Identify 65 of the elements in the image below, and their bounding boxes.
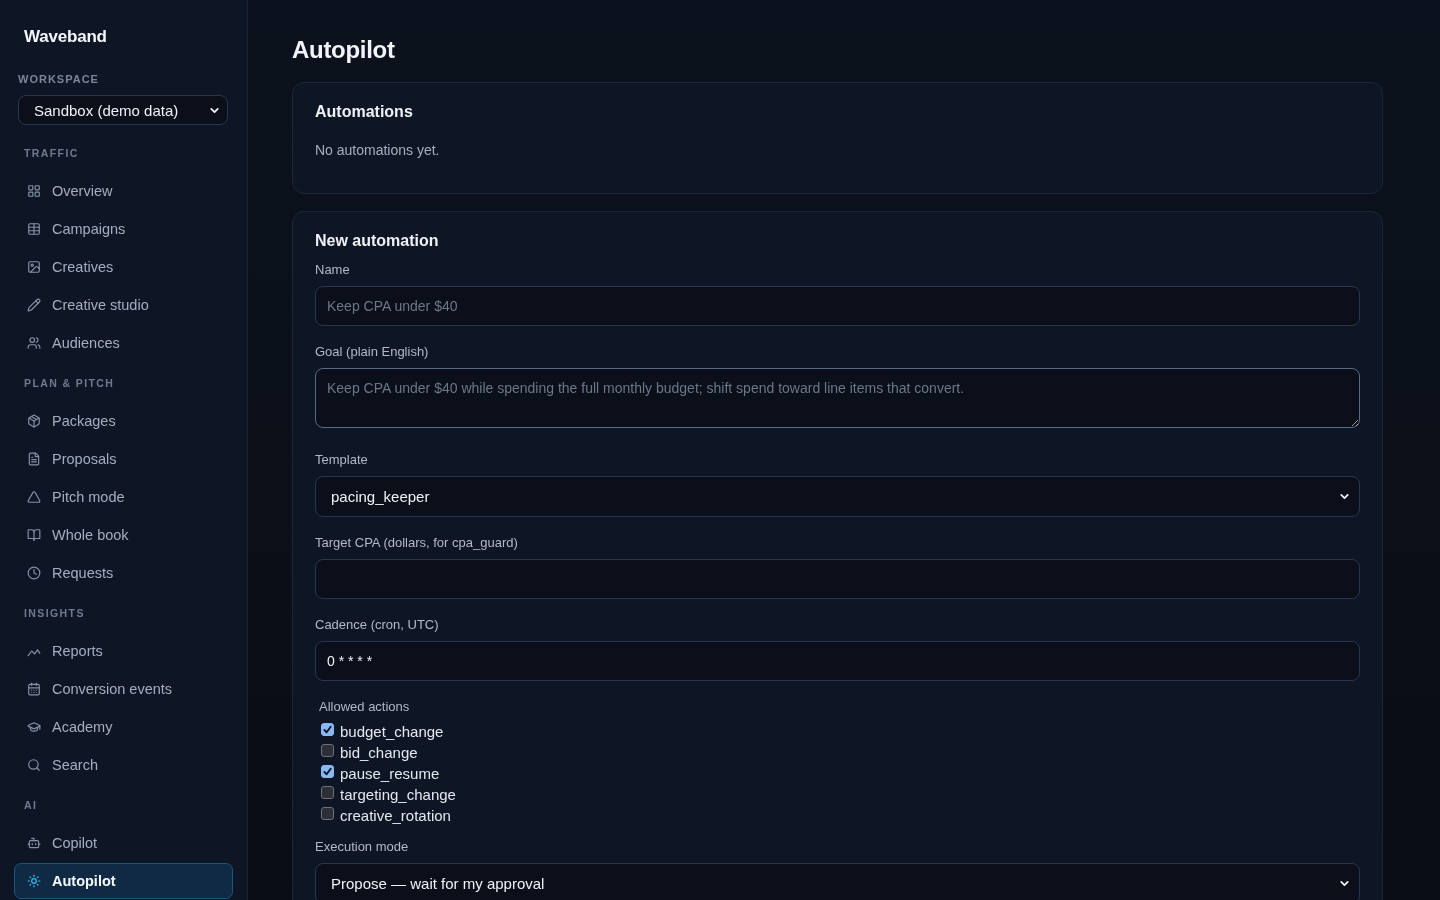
card-title: Automations (315, 102, 413, 122)
dropdown-select[interactable]: pacing_keeper (315, 476, 1360, 517)
nav-item[interactable]: Search (14, 747, 233, 783)
sun-icon (27, 874, 41, 888)
image-icon (27, 260, 41, 274)
bot-icon (27, 836, 41, 850)
checkbox-label: budget_change (340, 722, 444, 742)
section-heading: PLAN & PITCH (23, 376, 115, 390)
nav-item[interactable]: Pitch mode (14, 479, 233, 515)
dropdown-select[interactable]: Propose — wait for my approval (315, 863, 1360, 900)
checkbox-label: creative_rotation (340, 806, 451, 826)
nav-item[interactable]: Creatives (14, 249, 233, 285)
nav-item[interactable]: Packages (14, 403, 233, 439)
section-heading: AI (23, 798, 38, 812)
text-input[interactable] (315, 559, 1360, 599)
field-label: Target CPA (dollars, for cpa_guard) (315, 534, 518, 552)
nav-item[interactable]: Copilot (14, 825, 233, 861)
field-label: Allowed actions (319, 698, 410, 716)
text-input[interactable]: Keep CPA under $40 (315, 286, 1360, 326)
nav-item[interactable]: Whole book (14, 517, 233, 553)
pencil-icon (27, 298, 41, 312)
checkbox-label: targeting_change (340, 785, 456, 805)
checkbox[interactable] (321, 765, 334, 778)
brand-name: Waveband (23, 26, 108, 48)
nav-item[interactable]: Conversion events (14, 671, 233, 707)
field-label: Goal (plain English) (315, 343, 429, 361)
search-icon (27, 758, 41, 772)
nav-item[interactable]: Reports (14, 633, 233, 669)
checkbox[interactable] (321, 786, 334, 799)
calendar-icon (27, 682, 41, 696)
box-icon (27, 414, 41, 428)
card-title: New automation (315, 231, 439, 251)
checkbox-label: bid_change (340, 743, 418, 763)
field-label: Name (315, 261, 350, 279)
nav-item[interactable]: Academy (14, 709, 233, 745)
nav-item[interactable]: Campaigns (14, 211, 233, 247)
nav-item[interactable]: Requests (14, 555, 233, 591)
checkbox-label: pause_resume (340, 764, 440, 784)
graduation-cap-icon (27, 720, 41, 734)
nav-item[interactable]: Creative studio (14, 287, 233, 323)
field-label: Cadence (cron, UTC) (315, 616, 439, 634)
book-icon (27, 528, 41, 542)
nav-item[interactable]: Autopilot (14, 863, 233, 899)
nav-item[interactable]: Proposals (14, 441, 233, 477)
field-label: Execution mode (315, 838, 409, 856)
section-heading: INSIGHTS (23, 606, 85, 620)
checkbox[interactable] (321, 723, 334, 736)
section-heading: TRAFFIC (23, 146, 79, 160)
empty-state-text: No automations yet. (315, 141, 440, 160)
users-icon (27, 336, 41, 350)
section-heading: WORKSPACE (17, 72, 99, 86)
checkbox[interactable] (321, 744, 334, 757)
document-icon (27, 452, 41, 466)
page-title: Autopilot (292, 35, 395, 65)
triangle-icon (27, 490, 41, 504)
workspace-select[interactable]: Sandbox (demo data) (18, 95, 228, 125)
table-icon (27, 222, 41, 236)
grid-icon (27, 184, 41, 198)
textarea-input[interactable]: Keep CPA under $40 while spending the full monthly budget; shift spend toward line items that convert. (315, 368, 1360, 428)
nav-item[interactable]: Overview (14, 173, 233, 209)
field-label: Template (315, 451, 368, 469)
checkbox[interactable] (321, 807, 334, 820)
nav-item[interactable]: Audiences (14, 325, 233, 361)
clock-icon (27, 566, 41, 580)
text-input[interactable]: 0 * * * * (315, 641, 1360, 681)
